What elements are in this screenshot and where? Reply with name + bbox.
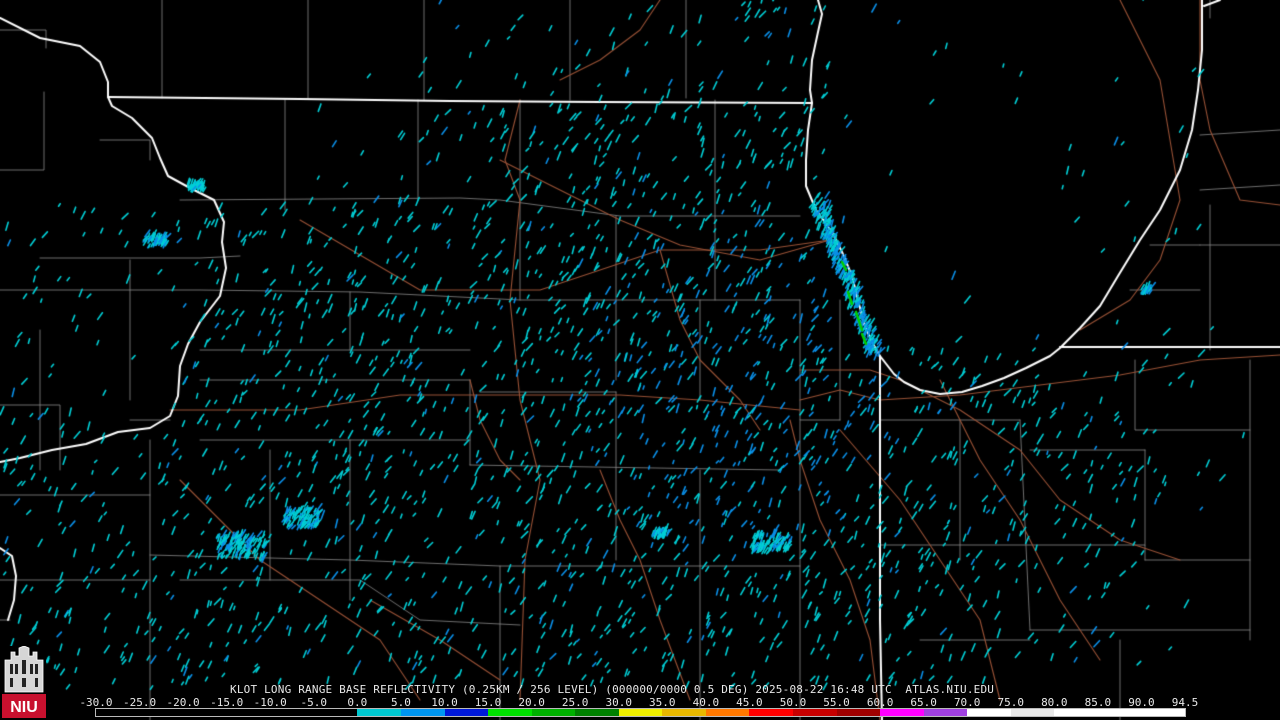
- scale-label: 30.0: [605, 696, 632, 709]
- niu-logo-icon: NIU: [2, 646, 46, 718]
- color-scale-segment: [705, 709, 750, 716]
- scale-label: -25.0: [122, 696, 157, 709]
- color-scale-segment: [139, 709, 184, 716]
- color-scale-segment: [270, 709, 314, 716]
- scale-label: 45.0: [736, 696, 763, 709]
- color-scale-segment: [444, 709, 489, 716]
- scale-label: 10.0: [431, 696, 458, 709]
- scale-label: 40.0: [692, 696, 720, 709]
- color-scale-segment: [618, 709, 663, 716]
- scale-label: 0.0: [347, 696, 368, 709]
- color-scale-segment: [793, 709, 837, 716]
- color-scale-segment: [1054, 709, 1098, 716]
- color-scale-segment: [183, 709, 227, 716]
- scale-label: 25.0: [561, 696, 589, 709]
- color-scale-segment: [531, 709, 576, 716]
- scale-label: -30.0: [79, 696, 113, 709]
- scale-label: 35.0: [649, 696, 676, 709]
- color-scale-segment: [923, 709, 968, 716]
- color-scale-segment: [488, 709, 532, 716]
- color-scale-segment: [749, 709, 793, 716]
- scale-label: 94.5: [1171, 696, 1199, 709]
- color-scale-segment: [96, 709, 140, 716]
- product-title: KLOT LONG RANGE BASE REFLECTIVITY (0.25K…: [230, 683, 995, 696]
- radar-viewer: KLOT LONG RANGE BASE REFLECTIVITY (0.25K…: [0, 0, 1280, 720]
- color-scale-segment: [400, 709, 445, 716]
- scale-label: 65.0: [910, 696, 937, 709]
- scale-label: 70.0: [953, 696, 981, 709]
- scale-label: 15.0: [474, 696, 502, 709]
- color-scale-segment: [226, 709, 271, 716]
- scale-label: 20.0: [518, 696, 545, 709]
- color-scale-segment: [313, 709, 358, 716]
- scale-label: 55.0: [823, 696, 850, 709]
- color-scale-segment: [880, 709, 924, 716]
- scale-label: 85.0: [1084, 696, 1112, 709]
- scale-label: 90.0: [1128, 696, 1155, 709]
- color-scale-segment: [967, 709, 1011, 716]
- color-scale-segment: [836, 709, 881, 716]
- scale-label: -15.0: [210, 696, 244, 709]
- scale-label: 75.0: [997, 696, 1025, 709]
- color-scale-segment: [662, 709, 706, 716]
- color-scale-segment: [1097, 709, 1142, 716]
- scale-label: 60.0: [866, 696, 894, 709]
- color-scale-segment: [575, 709, 619, 716]
- scale-label: 5.0: [390, 696, 411, 709]
- scale-label: -20.0: [166, 696, 200, 709]
- niu-logo-text: NIU: [10, 699, 38, 716]
- color-scale-segment: [1141, 709, 1186, 716]
- radar-reflectivity-map: [0, 0, 1280, 720]
- scale-label: -5.0: [300, 696, 328, 709]
- color-scale-bar: [95, 708, 1186, 717]
- color-scale-labels: -30.0 -25.0 -20.0 -15.0 -10.0 -5.0 0.0 5…: [0, 697, 1280, 709]
- scale-label: 50.0: [779, 696, 807, 709]
- scale-label: -10.0: [253, 696, 287, 709]
- color-scale-segment: [1010, 709, 1055, 716]
- color-scale-segment: [357, 709, 401, 716]
- scale-label: 80.0: [1041, 696, 1068, 709]
